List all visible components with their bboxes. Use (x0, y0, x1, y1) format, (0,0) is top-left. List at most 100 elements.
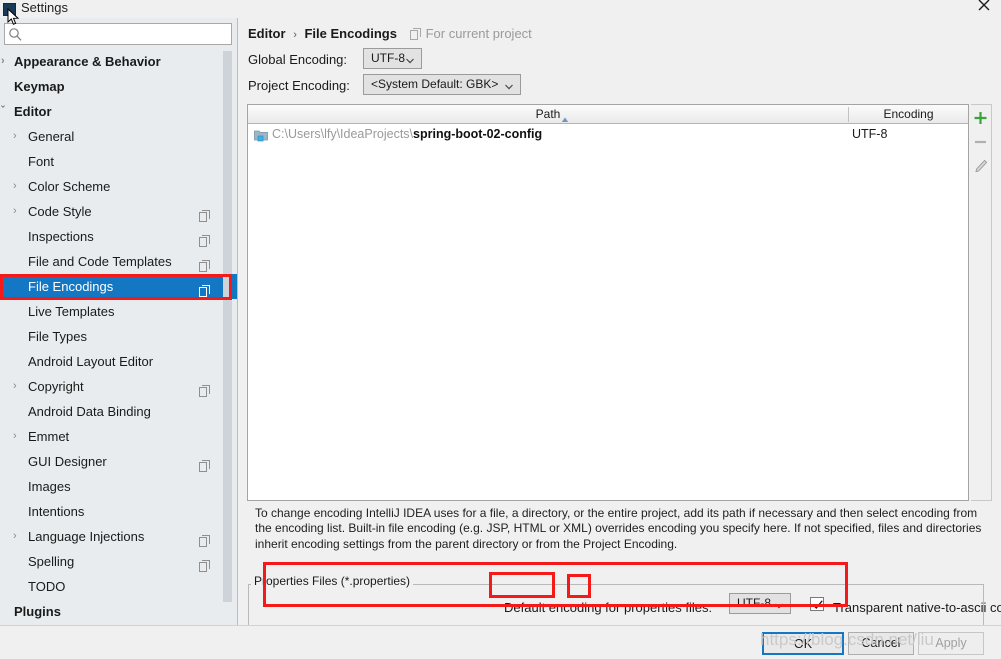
sidebar-scrollbar[interactable] (223, 51, 232, 602)
sidebar-item-label: TODO (28, 579, 66, 594)
copy-settings-icon (199, 280, 211, 297)
search-box[interactable] (4, 23, 232, 45)
edit-button[interactable] (971, 155, 990, 177)
sidebar-item-label: File Types (28, 329, 88, 344)
chevron-down-icon (504, 79, 514, 90)
column-header-path[interactable]: Path (248, 105, 848, 123)
copy-settings-icon (199, 205, 211, 222)
sidebar-item-language-injections[interactable]: › Language Injections (0, 524, 237, 549)
sidebar-item-label: Font (28, 154, 55, 169)
transparent-native-to-ascii-label: Transparent native-to-ascii conversion (833, 600, 1001, 615)
sidebar-item-label: General (28, 129, 75, 144)
table-row[interactable]: C:\Users\lfy\IdeaProjects\spring-boot-02… (248, 124, 968, 145)
sidebar-item-gui-designer[interactable]: GUI Designer (0, 449, 237, 474)
scope-note-label: For current project (425, 26, 532, 41)
row-path-prefix: C:\Users\lfy\IdeaProjects\ (272, 127, 414, 141)
settings-dialog: Settings › Appearance & Behavior Keymap ˇ Ed… (0, 0, 1001, 659)
sidebar-item-label: Spelling (28, 554, 75, 569)
chevron-down-icon[interactable]: ˇ (1, 99, 11, 124)
apply-button[interactable]: Apply (918, 632, 984, 655)
sidebar-item-appearance-behavior[interactable]: › Appearance & Behavior (0, 49, 237, 74)
default-properties-encoding-label: Default encoding for properties files: (504, 600, 713, 615)
sidebar-item-label: Android Layout Editor (28, 354, 154, 369)
sidebar-item-keymap[interactable]: Keymap (0, 74, 237, 99)
scope-note: For current project (409, 26, 532, 41)
sidebar-item-live-templates[interactable]: Live Templates (0, 299, 237, 324)
row-encoding[interactable]: UTF-8 (852, 124, 887, 145)
copy-settings-icon (409, 28, 422, 40)
close-icon[interactable] (973, 0, 995, 16)
project-encoding-combo[interactable]: <System Default: GBK> (363, 74, 521, 95)
project-encoding-label: Project Encoding: (248, 78, 350, 93)
search-input[interactable] (25, 25, 229, 43)
sidebar-item-code-style[interactable]: › Code Style (0, 199, 237, 224)
sidebar-item-general[interactable]: › General (0, 124, 237, 149)
global-encoding-value: UTF-8 (371, 51, 405, 65)
sidebar-item-editor[interactable]: ˇ Editor (0, 99, 237, 124)
table-header: Path Encoding (248, 105, 968, 124)
sidebar-item-copyright[interactable]: › Copyright (0, 374, 237, 399)
chevron-right-icon[interactable]: › (1, 49, 11, 74)
global-encoding-label: Global Encoding: (248, 52, 348, 67)
encodings-table: Path Encoding C:\Users\lfy\IdeaProjects\… (247, 104, 969, 501)
sidebar-item-todo[interactable]: TODO (0, 574, 237, 599)
sidebar-item-label: Intentions (28, 504, 85, 519)
table-toolbar (971, 104, 992, 501)
chevron-right-icon[interactable]: › (13, 174, 23, 199)
sidebar-item-images[interactable]: Images (0, 474, 237, 499)
sidebar-item-label: Images (28, 479, 71, 494)
global-encoding-combo[interactable]: UTF-8 (363, 48, 422, 69)
window-title: Settings (21, 0, 68, 15)
sidebar-item-inspections[interactable]: Inspections (0, 224, 237, 249)
sidebar-item-label: Color Scheme (28, 179, 111, 194)
sidebar-item-label: Live Templates (28, 304, 115, 319)
copy-settings-icon (199, 455, 211, 472)
transparent-native-to-ascii-checkbox[interactable] (810, 597, 824, 611)
default-properties-encoding-combo[interactable]: UTF-8 (729, 593, 791, 614)
ok-button[interactable]: OK (762, 632, 844, 655)
sidebar-item-label: Appearance & Behavior (14, 54, 161, 69)
sidebar-item-android-layout-editor[interactable]: Android Layout Editor (0, 349, 237, 374)
sidebar-item-file-encodings[interactable]: File Encodings (0, 274, 237, 299)
sidebar-item-label: GUI Designer (28, 454, 107, 469)
breadcrumb-parent[interactable]: Editor (248, 26, 286, 41)
chevron-right-icon[interactable]: › (13, 199, 23, 224)
settings-sidebar: › Appearance & Behavior Keymap ˇ Editor › Gene… (0, 18, 238, 625)
sidebar-item-label: File Encodings (28, 279, 114, 294)
sidebar-item-emmet[interactable]: › Emmet (0, 424, 237, 449)
cancel-button[interactable]: Cancel (848, 632, 914, 655)
chevron-right-icon[interactable]: › (13, 374, 23, 399)
sidebar-item-spelling[interactable]: Spelling (0, 549, 237, 574)
sidebar-item-plugins[interactable]: Plugins (0, 599, 237, 624)
remove-button[interactable] (971, 131, 990, 153)
breadcrumb: Editor › File Encodings For current proj… (248, 26, 532, 44)
sidebar-item-intentions[interactable]: Intentions (0, 499, 237, 524)
column-header-encoding[interactable]: Encoding (849, 105, 968, 123)
chevron-down-icon (405, 53, 415, 64)
encodings-help-text: To change encoding IntelliJ IDEA uses fo… (255, 506, 982, 551)
sidebar-item-label: Language Injections (28, 529, 145, 544)
row-path: C:\Users\lfy\IdeaProjects\spring-boot-02… (272, 124, 542, 145)
title-bar: Settings (0, 0, 1001, 18)
copy-settings-icon (199, 255, 211, 272)
chevron-right-icon[interactable]: › (13, 524, 23, 549)
copy-settings-icon (199, 530, 211, 547)
chevron-right-icon[interactable]: › (13, 124, 23, 149)
search-icon (8, 27, 23, 42)
project-folder-icon (254, 128, 268, 142)
sidebar-item-color-scheme[interactable]: › Color Scheme (0, 174, 237, 199)
sidebar-item-android-data-binding[interactable]: Android Data Binding (0, 399, 237, 424)
sidebar-item-font[interactable]: Font (0, 149, 237, 174)
sidebar-item-label: Editor (14, 104, 52, 119)
sidebar-item-file-and-code-templates[interactable]: File and Code Templates (0, 249, 237, 274)
settings-tree: › Appearance & Behavior Keymap ˇ Editor › Gene… (0, 49, 237, 625)
add-button[interactable] (971, 107, 990, 129)
copy-settings-icon (199, 380, 211, 397)
column-header-encoding-label: Encoding (883, 107, 934, 121)
sidebar-item-label: Inspections (28, 229, 94, 244)
default-properties-encoding-value: UTF-8 (737, 596, 771, 610)
sidebar-item-file-types[interactable]: File Types (0, 324, 237, 349)
chevron-right-icon[interactable]: › (13, 424, 23, 449)
copy-settings-icon (199, 230, 211, 247)
sidebar-item-label: File and Code Templates (28, 254, 172, 269)
